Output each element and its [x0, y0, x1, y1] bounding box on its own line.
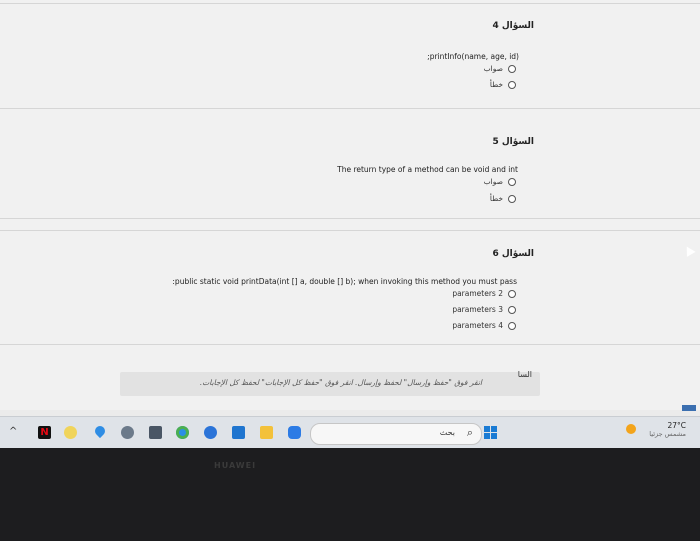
radio-button[interactable]: [508, 64, 516, 73]
question-4-option-false[interactable]: خطأ: [490, 80, 516, 89]
question-4-text: ;printInfo(name, age, id): [427, 52, 519, 61]
option-label: صواب: [483, 64, 503, 73]
chrome-beta-icon[interactable]: [64, 426, 77, 439]
folder-icon[interactable]: [260, 426, 273, 439]
maps-icon[interactable]: [92, 423, 108, 439]
question-6-title: السؤال 6: [492, 249, 534, 259]
radio-button[interactable]: [508, 177, 516, 186]
radio-button[interactable]: [508, 289, 516, 298]
netflix-icon[interactable]: N: [38, 426, 51, 439]
temperature: 27°C: [667, 421, 686, 430]
divider: [0, 3, 700, 4]
option-label: parameters 2: [452, 289, 503, 298]
radio-button[interactable]: [508, 305, 516, 314]
mail-icon[interactable]: [232, 426, 245, 439]
chevron-up-icon[interactable]: ^: [9, 426, 17, 437]
divider: [0, 344, 700, 345]
calculator-icon[interactable]: [149, 426, 162, 439]
screen: السؤال 4 ;printInfo(name, age, id) صواب …: [0, 0, 700, 448]
question-6-option-3[interactable]: parameters 4: [452, 321, 516, 330]
divider: [0, 108, 700, 109]
brand-logo: HUAWEI: [214, 461, 257, 470]
edge-icon[interactable]: [204, 426, 217, 439]
question-5-option-true[interactable]: صواب: [484, 177, 516, 186]
divider: [0, 218, 700, 219]
windows-start-icon[interactable]: [484, 426, 498, 440]
chrome-icon[interactable]: [176, 426, 189, 439]
search-icon: ⌕: [466, 426, 473, 439]
weather-status: مشمس جزئيا: [649, 430, 686, 438]
option-label: خطأ: [489, 194, 503, 203]
radio-button[interactable]: [508, 80, 516, 89]
radio-button[interactable]: [508, 194, 516, 203]
option-label: parameters 4: [452, 321, 503, 330]
question-6-option-1[interactable]: parameters 2: [452, 289, 516, 298]
radio-button[interactable]: [508, 321, 516, 330]
next-section-label: السا: [517, 370, 532, 379]
divider: [0, 230, 700, 231]
option-label: parameters 3: [452, 305, 503, 314]
question-5-text: The return type of a method can be void …: [337, 165, 518, 174]
taskbar: ^ N بحث ⌕ 27°C مشمس جزئيا: [0, 416, 700, 448]
question-5-title: السؤال 5: [492, 137, 534, 147]
taskbar-search[interactable]: بحث ⌕: [310, 423, 482, 445]
gear-icon[interactable]: [121, 426, 134, 439]
zoom-icon[interactable]: [288, 426, 301, 439]
option-label: خطأ: [489, 80, 503, 89]
scrollbar-icon[interactable]: [682, 405, 696, 411]
question-6-text: :public static void printData(int [] a, …: [172, 277, 517, 286]
weather-widget[interactable]: 27°C مشمس جزئيا: [616, 419, 686, 447]
save-hint-text: انقر فوق "حفظ وإرسال" لحفظ وإرسال. انقر …: [199, 378, 482, 387]
search-label: بحث: [439, 428, 455, 437]
question-4-title: السؤال 4: [492, 21, 534, 31]
question-5-option-false[interactable]: خطأ: [490, 194, 516, 203]
question-4-option-true[interactable]: صواب: [484, 64, 516, 73]
question-6-option-2[interactable]: parameters 3: [452, 305, 516, 314]
quiz-page: السؤال 4 ;printInfo(name, age, id) صواب …: [0, 0, 700, 410]
option-label: صواب: [483, 177, 503, 186]
save-hint-bar: انقر فوق "حفظ وإرسال" لحفظ وإرسال. انقر …: [120, 370, 540, 396]
